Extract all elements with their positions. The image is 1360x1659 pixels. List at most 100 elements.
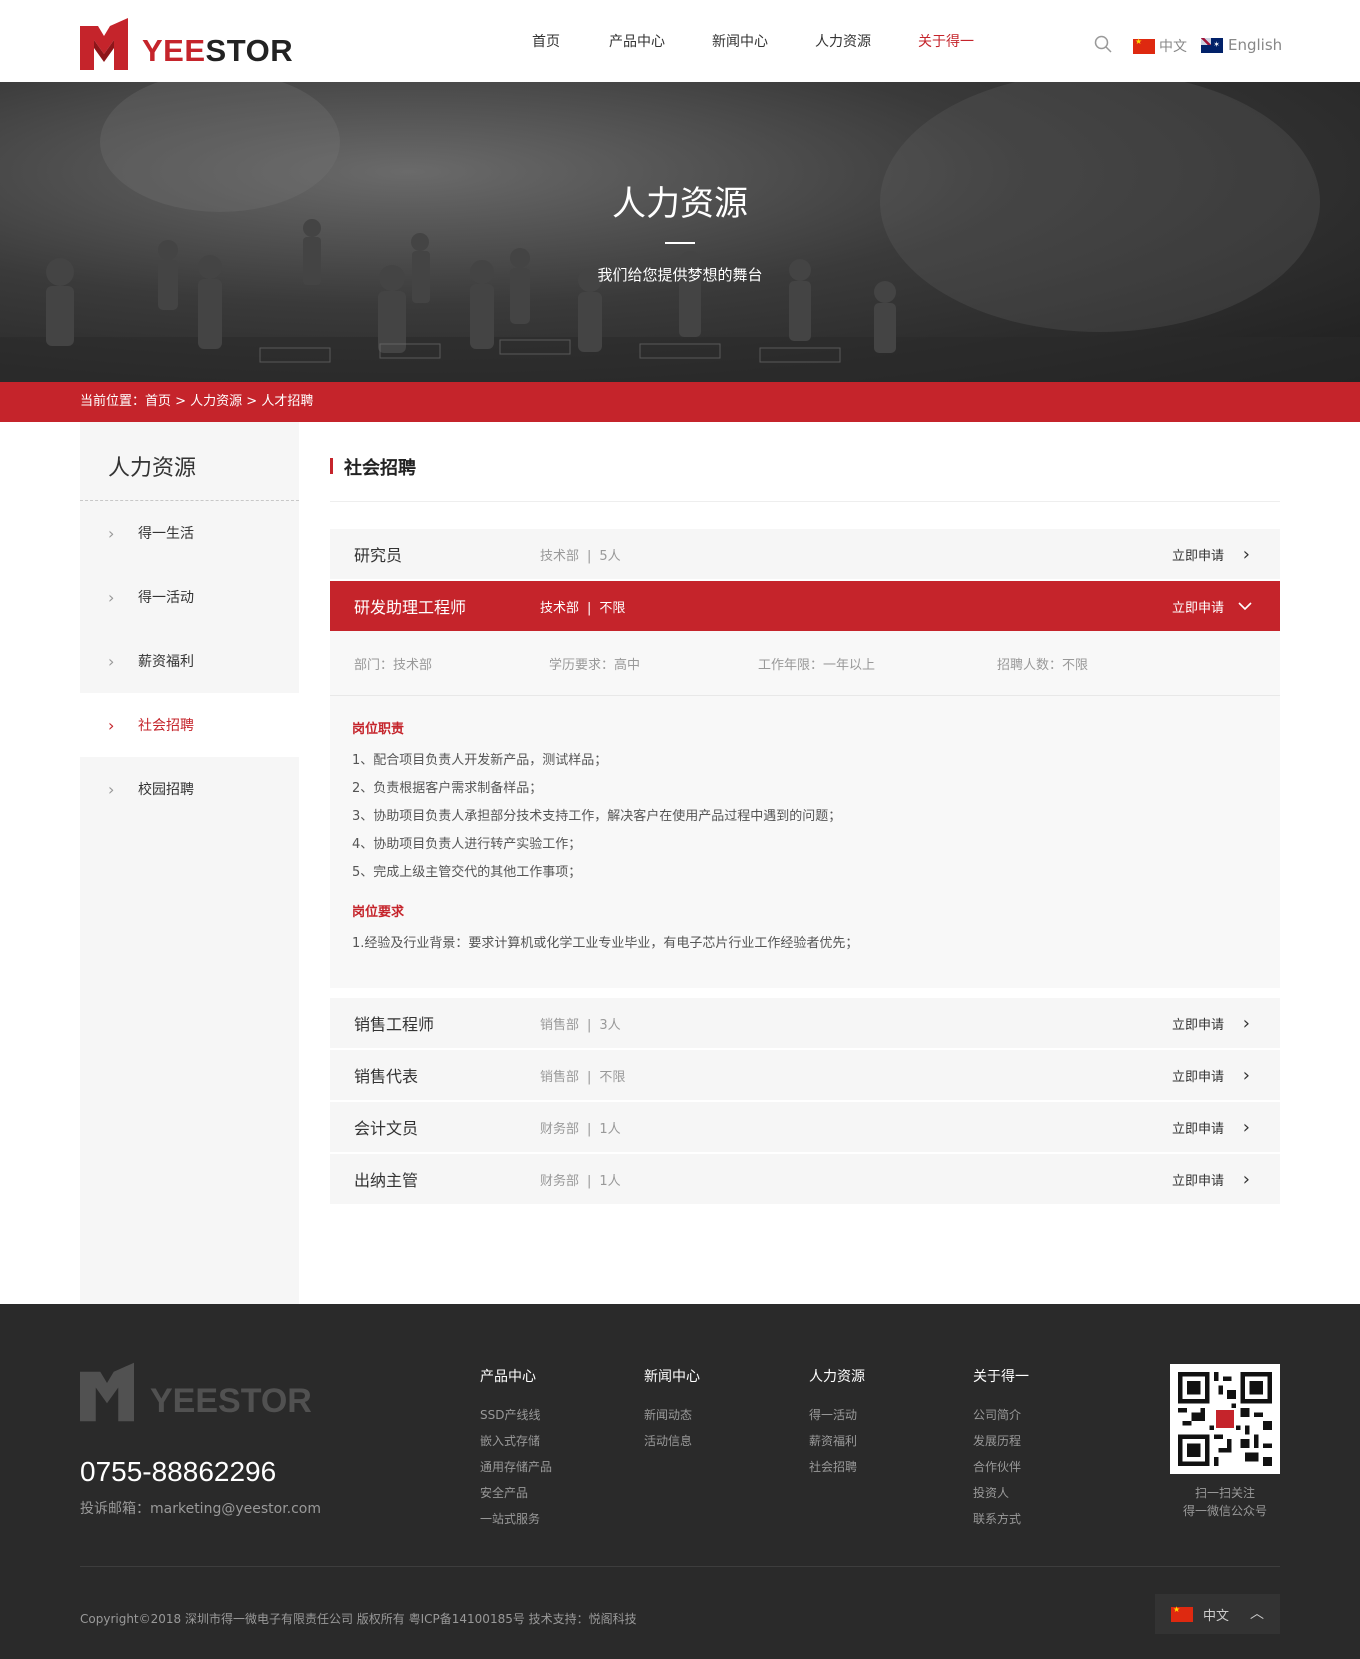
lang-en-label: English xyxy=(1228,36,1283,54)
sidebar-title: 人力资源 xyxy=(80,422,299,501)
apply-button[interactable]: 立即申请 xyxy=(1172,1066,1224,1085)
breadcrumb[interactable]: 当前位置：首页 > 人力资源 > 人才招聘 xyxy=(80,394,313,409)
lang-cn-label: 中文 xyxy=(1159,39,1187,55)
footer-link[interactable]: 安全产品 xyxy=(480,1480,552,1506)
job-headcount: 招聘人数：不限 xyxy=(997,657,1089,673)
duty-item: 4、协助项目负责人进行转产实验工作； xyxy=(352,837,582,852)
job-row-expanded[interactable]: 研发助理工程师 技术部 | 不限 立即申请 xyxy=(330,581,1280,631)
footer-link[interactable]: 一站式服务 xyxy=(480,1506,552,1532)
footer-col-title[interactable]: 新闻中心 xyxy=(644,1366,700,1386)
footer-logo-text: YEESTOR xyxy=(150,1381,312,1420)
sidebar-item-label: 得一活动 xyxy=(138,590,194,606)
job-meta: 技术部 | 5人 xyxy=(540,548,621,564)
job-description: 岗位职责 1、配合项目负责人开发新产品，测试样品； 2、负责根据客户需求制备样品… xyxy=(330,696,1280,988)
lang-en-link[interactable]: English xyxy=(1201,36,1282,54)
apply-button[interactable]: 立即申请 xyxy=(1172,545,1224,564)
footer-link[interactable]: 公司简介 xyxy=(973,1402,1029,1428)
sidebar-item-activities[interactable]: › 得一活动 xyxy=(80,565,299,629)
language-switcher[interactable]: 中文 ︿ xyxy=(1155,1594,1280,1634)
footer-col-title[interactable]: 人力资源 xyxy=(809,1366,865,1386)
sidebar-item-life[interactable]: › 得一生活 xyxy=(80,501,299,565)
footer-link[interactable]: 活动信息 xyxy=(644,1428,700,1454)
sidebar-item-label: 得一生活 xyxy=(138,526,194,542)
footer-email[interactable]: 投诉邮箱：marketing@yeestor.com xyxy=(80,1498,321,1518)
job-title: 销售工程师 xyxy=(354,1015,435,1034)
duty-item: 3、协助项目负责人承担部分技术支持工作，解决客户在使用产品过程中遇到的问题； xyxy=(352,809,842,824)
chevron-right-icon[interactable]: › xyxy=(1243,1169,1250,1190)
sidebar-item-salary[interactable]: › 薪资福利 xyxy=(80,629,299,693)
logo-text: YEESTOR xyxy=(142,33,294,68)
footer-link[interactable]: 薪资福利 xyxy=(809,1428,865,1454)
nav-home[interactable]: 首页 xyxy=(532,31,560,51)
duty-item: 5、完成上级主管交代的其他工作事项； xyxy=(352,865,582,880)
chevron-up-icon[interactable]: ︿ xyxy=(1250,1603,1264,1623)
nav-hr[interactable]: 人力资源 xyxy=(815,31,871,51)
footer-link[interactable]: 得一活动 xyxy=(809,1402,865,1428)
job-meta: 财务部 | 1人 xyxy=(540,1121,621,1137)
nav-products[interactable]: 产品中心 xyxy=(609,31,665,51)
banner-silhouettes-image xyxy=(0,82,1360,382)
lang-cn-link[interactable]: 中文 xyxy=(1133,36,1187,56)
footer-link[interactable]: 新闻动态 xyxy=(644,1402,700,1428)
footer-link[interactable]: SSD产线线 xyxy=(480,1402,552,1428)
search-icon[interactable] xyxy=(1094,35,1112,53)
chevron-right-icon[interactable]: › xyxy=(1243,1065,1250,1086)
job-row[interactable]: 销售工程师 销售部 | 3人 立即申请 › xyxy=(330,998,1280,1048)
duty-heading: 岗位职责 xyxy=(352,722,405,737)
footer-col-title[interactable]: 关于得一 xyxy=(973,1366,1029,1386)
footer-col-news: 新闻中心 新闻动态 活动信息 xyxy=(644,1366,700,1454)
copyright-text: Copyright©2018 深圳市得一微电子有限责任公司 版权所有 粤ICP备… xyxy=(80,1612,637,1626)
footer-col-title[interactable]: 产品中心 xyxy=(480,1366,552,1386)
job-title: 研发助理工程师 xyxy=(354,598,467,617)
hero-banner: 人力资源 我们给您提供梦想的舞台 xyxy=(0,82,1360,382)
footer-link[interactable]: 嵌入式存储 xyxy=(480,1428,552,1454)
requirement-item: 1.经验及行业背景：要求计算机或化学工业专业毕业，有电子芯片行业工作经验者优先； xyxy=(352,936,859,951)
job-row[interactable]: 出纳主管 财务部 | 1人 立即申请 › xyxy=(330,1154,1280,1204)
footer-link[interactable]: 合作伙伴 xyxy=(973,1454,1029,1480)
chevron-right-icon: › xyxy=(108,587,115,607)
chevron-right-icon[interactable]: › xyxy=(1243,544,1250,565)
apply-button[interactable]: 立即申请 xyxy=(1172,1014,1224,1033)
footer-link[interactable]: 社会招聘 xyxy=(809,1454,865,1480)
chevron-right-icon[interactable]: › xyxy=(1243,1117,1250,1138)
qr-caption: 扫一扫关注 得一微信公众号 xyxy=(1182,1486,1267,1518)
footer-link[interactable]: 通用存储产品 xyxy=(480,1454,552,1480)
job-education: 学历要求：高中 xyxy=(549,657,641,673)
chevron-down-icon[interactable] xyxy=(1238,601,1252,611)
footer-col-products: 产品中心 SSD产线线 嵌入式存储 通用存储产品 安全产品 一站式服务 xyxy=(480,1366,552,1532)
sidebar-item-label: 校园招聘 xyxy=(138,782,194,798)
footer-logo: YEESTOR xyxy=(80,1362,312,1422)
logo-mark-icon xyxy=(80,1362,134,1422)
nav-news[interactable]: 新闻中心 xyxy=(712,31,768,51)
job-title: 销售代表 xyxy=(354,1067,419,1086)
footer-link[interactable]: 联系方式 xyxy=(973,1506,1029,1532)
job-row[interactable]: 研究员 技术部 | 5人 立即申请 › xyxy=(330,529,1280,579)
apply-button[interactable]: 立即申请 xyxy=(1172,597,1224,616)
sidebar-item-social-recruit[interactable]: › 社会招聘 xyxy=(80,693,299,757)
job-title: 出纳主管 xyxy=(354,1171,419,1190)
chevron-right-icon[interactable]: › xyxy=(1243,1013,1250,1034)
job-row[interactable]: 会计文员 财务部 | 1人 立即申请 › xyxy=(330,1102,1280,1152)
logo-mark-icon xyxy=(80,18,128,70)
job-meta: 销售部 | 3人 xyxy=(540,1017,621,1033)
section-title: 社会招聘 xyxy=(344,458,416,479)
footer-link[interactable]: 发展历程 xyxy=(973,1428,1029,1454)
australia-flag-icon xyxy=(1201,37,1223,53)
footer-divider xyxy=(80,1566,1280,1567)
main-content: 人力资源 › 得一生活 › 得一活动 › 薪资福利 › 社会招聘 › 校园招聘 … xyxy=(0,422,1360,1304)
job-detail-panel: 部门：技术部 学历要求：高中 工作年限：一年以上 招聘人数：不限 岗位职责 1、… xyxy=(330,631,1280,988)
apply-button[interactable]: 立即申请 xyxy=(1172,1170,1224,1189)
job-row[interactable]: 销售代表 销售部 | 不限 立即申请 › xyxy=(330,1050,1280,1100)
site-footer: YEESTOR 0755-88862296 投诉邮箱：marketing@yee… xyxy=(0,1304,1360,1659)
nav-about[interactable]: 关于得一 xyxy=(918,31,974,51)
sidebar-item-campus-recruit[interactable]: › 校园招聘 xyxy=(80,757,299,821)
banner-title: 人力资源 xyxy=(612,184,748,224)
language-label: 中文 xyxy=(1203,1608,1230,1624)
requirement-heading: 岗位要求 xyxy=(352,905,405,920)
banner-divider xyxy=(665,242,695,244)
qr-code-image xyxy=(1178,1372,1272,1466)
footer-link[interactable]: 投资人 xyxy=(973,1480,1029,1506)
job-meta: 财务部 | 1人 xyxy=(540,1173,621,1189)
site-logo[interactable]: YEESTOR xyxy=(80,18,293,70)
apply-button[interactable]: 立即申请 xyxy=(1172,1118,1224,1137)
